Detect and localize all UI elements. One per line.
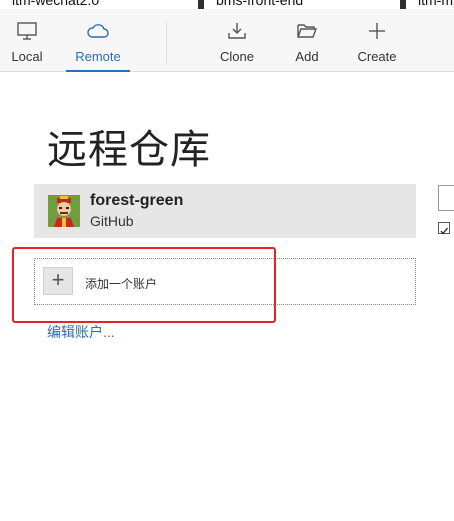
monitor-icon: [16, 21, 38, 46]
clone-label: Clone: [220, 49, 254, 64]
edit-accounts-link[interactable]: 编辑账户...: [47, 322, 115, 342]
page-title: 远程仓库: [47, 128, 211, 172]
repo-tab[interactable]: ltm-m: [406, 0, 454, 9]
repo-tab[interactable]: ltm-wechat2.0: [0, 0, 198, 9]
account-card[interactable]: forest-green GitHub: [34, 184, 416, 238]
local-label: Local: [11, 49, 43, 64]
toolbar: Local Remote Clone Add Create: [0, 9, 454, 72]
add-label: Add: [295, 49, 319, 64]
checkmark-icon: [440, 227, 449, 235]
highlight-annotation: [12, 247, 276, 323]
toolbar-separator: [166, 21, 167, 63]
cloud-icon: [86, 21, 110, 46]
remote-label: Remote: [75, 49, 121, 64]
clone-button[interactable]: Clone: [214, 9, 260, 71]
local-button[interactable]: Local: [4, 9, 50, 71]
clipped-checkbox[interactable]: [438, 222, 450, 235]
avatar: [48, 195, 80, 227]
create-button[interactable]: Create: [352, 9, 402, 71]
account-host: GitHub: [90, 213, 134, 229]
download-tray-icon: [226, 21, 248, 46]
add-button[interactable]: Add: [284, 9, 330, 71]
create-label: Create: [357, 49, 397, 64]
window-tab-strip: ltm-wechat2.0 bms-front-end ltm-m: [0, 0, 454, 9]
account-name: forest-green: [90, 192, 184, 209]
repo-tab[interactable]: bms-front-end: [204, 0, 400, 9]
plus-icon: [366, 21, 388, 46]
clipped-button[interactable]: [438, 185, 454, 211]
active-tab-indicator: [66, 70, 130, 72]
folder-open-icon: [296, 21, 318, 46]
remote-button[interactable]: Remote: [66, 9, 130, 72]
